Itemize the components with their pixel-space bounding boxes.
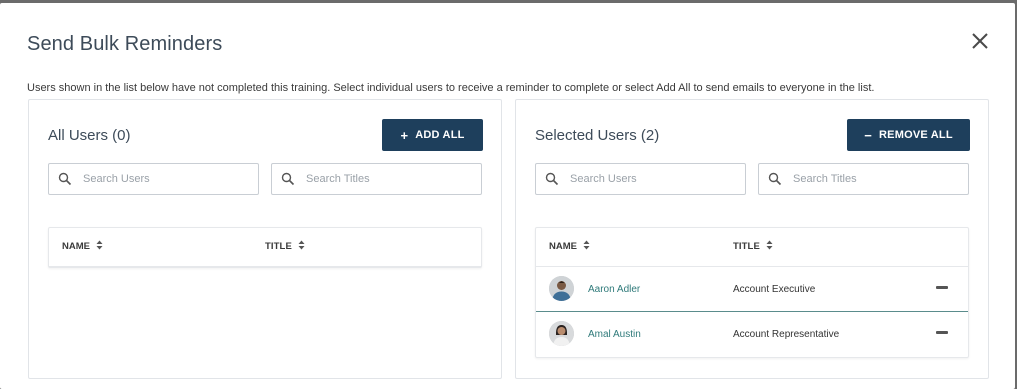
plus-icon: + [400, 127, 409, 143]
search-titles-field[interactable] [271, 163, 482, 195]
add-all-button[interactable]: + ADD ALL [382, 119, 483, 151]
title-column-header[interactable]: TITLE [733, 240, 773, 252]
search-users-input[interactable] [570, 173, 740, 185]
add-all-label: ADD ALL [415, 129, 465, 141]
avatar [549, 276, 574, 301]
table-header: NAME TITLE [536, 228, 968, 267]
search-titles-input[interactable] [306, 173, 476, 185]
remove-all-label: REMOVE ALL [879, 129, 953, 141]
search-icon [545, 172, 559, 186]
all-users-title: All Users (0) [48, 127, 131, 144]
remove-user-icon[interactable] [936, 331, 948, 334]
sort-icon [298, 240, 305, 252]
table-row: Amal Austin Account Representative [536, 312, 968, 357]
remove-user-icon[interactable] [936, 286, 948, 289]
user-name-link[interactable]: Aaron Adler [588, 284, 640, 295]
selected-users-table: NAME TITLE Aaron Adler Account Executive… [535, 227, 969, 358]
all-users-panel: All Users (0) + ADD ALL NAME [28, 99, 502, 379]
table-row: Aaron Adler Account Executive [536, 267, 968, 312]
search-icon [281, 172, 295, 186]
remove-all-button[interactable]: − REMOVE ALL [847, 119, 970, 151]
title-column-header[interactable]: TITLE [265, 240, 305, 252]
table-header: NAME TITLE [49, 228, 481, 267]
all-users-table: NAME TITLE [48, 227, 482, 268]
close-icon[interactable] [968, 29, 992, 53]
selected-users-panel: Selected Users (2) − REMOVE ALL NAME [515, 99, 989, 379]
user-name-link[interactable]: Amal Austin [588, 329, 641, 340]
modal-description: Users shown in the list below have not c… [27, 82, 875, 94]
name-column-header[interactable]: NAME [549, 240, 590, 252]
search-users-field[interactable] [48, 163, 259, 195]
sort-icon [583, 240, 590, 252]
search-icon [58, 172, 72, 186]
user-title: Account Executive [733, 284, 816, 295]
sort-icon [96, 240, 103, 252]
sort-icon [766, 240, 773, 252]
modal-title: Send Bulk Reminders [27, 33, 223, 55]
search-titles-field[interactable] [758, 163, 969, 195]
minus-icon: − [864, 127, 873, 143]
selected-users-title: Selected Users (2) [535, 127, 660, 144]
search-titles-input[interactable] [793, 173, 963, 185]
search-users-input[interactable] [83, 173, 253, 185]
avatar [549, 321, 574, 346]
name-column-header[interactable]: NAME [62, 240, 103, 252]
bulk-reminders-modal: Send Bulk Reminders Users shown in the l… [0, 3, 1015, 389]
search-users-field[interactable] [535, 163, 746, 195]
search-icon [768, 172, 782, 186]
user-title: Account Representative [733, 329, 840, 340]
